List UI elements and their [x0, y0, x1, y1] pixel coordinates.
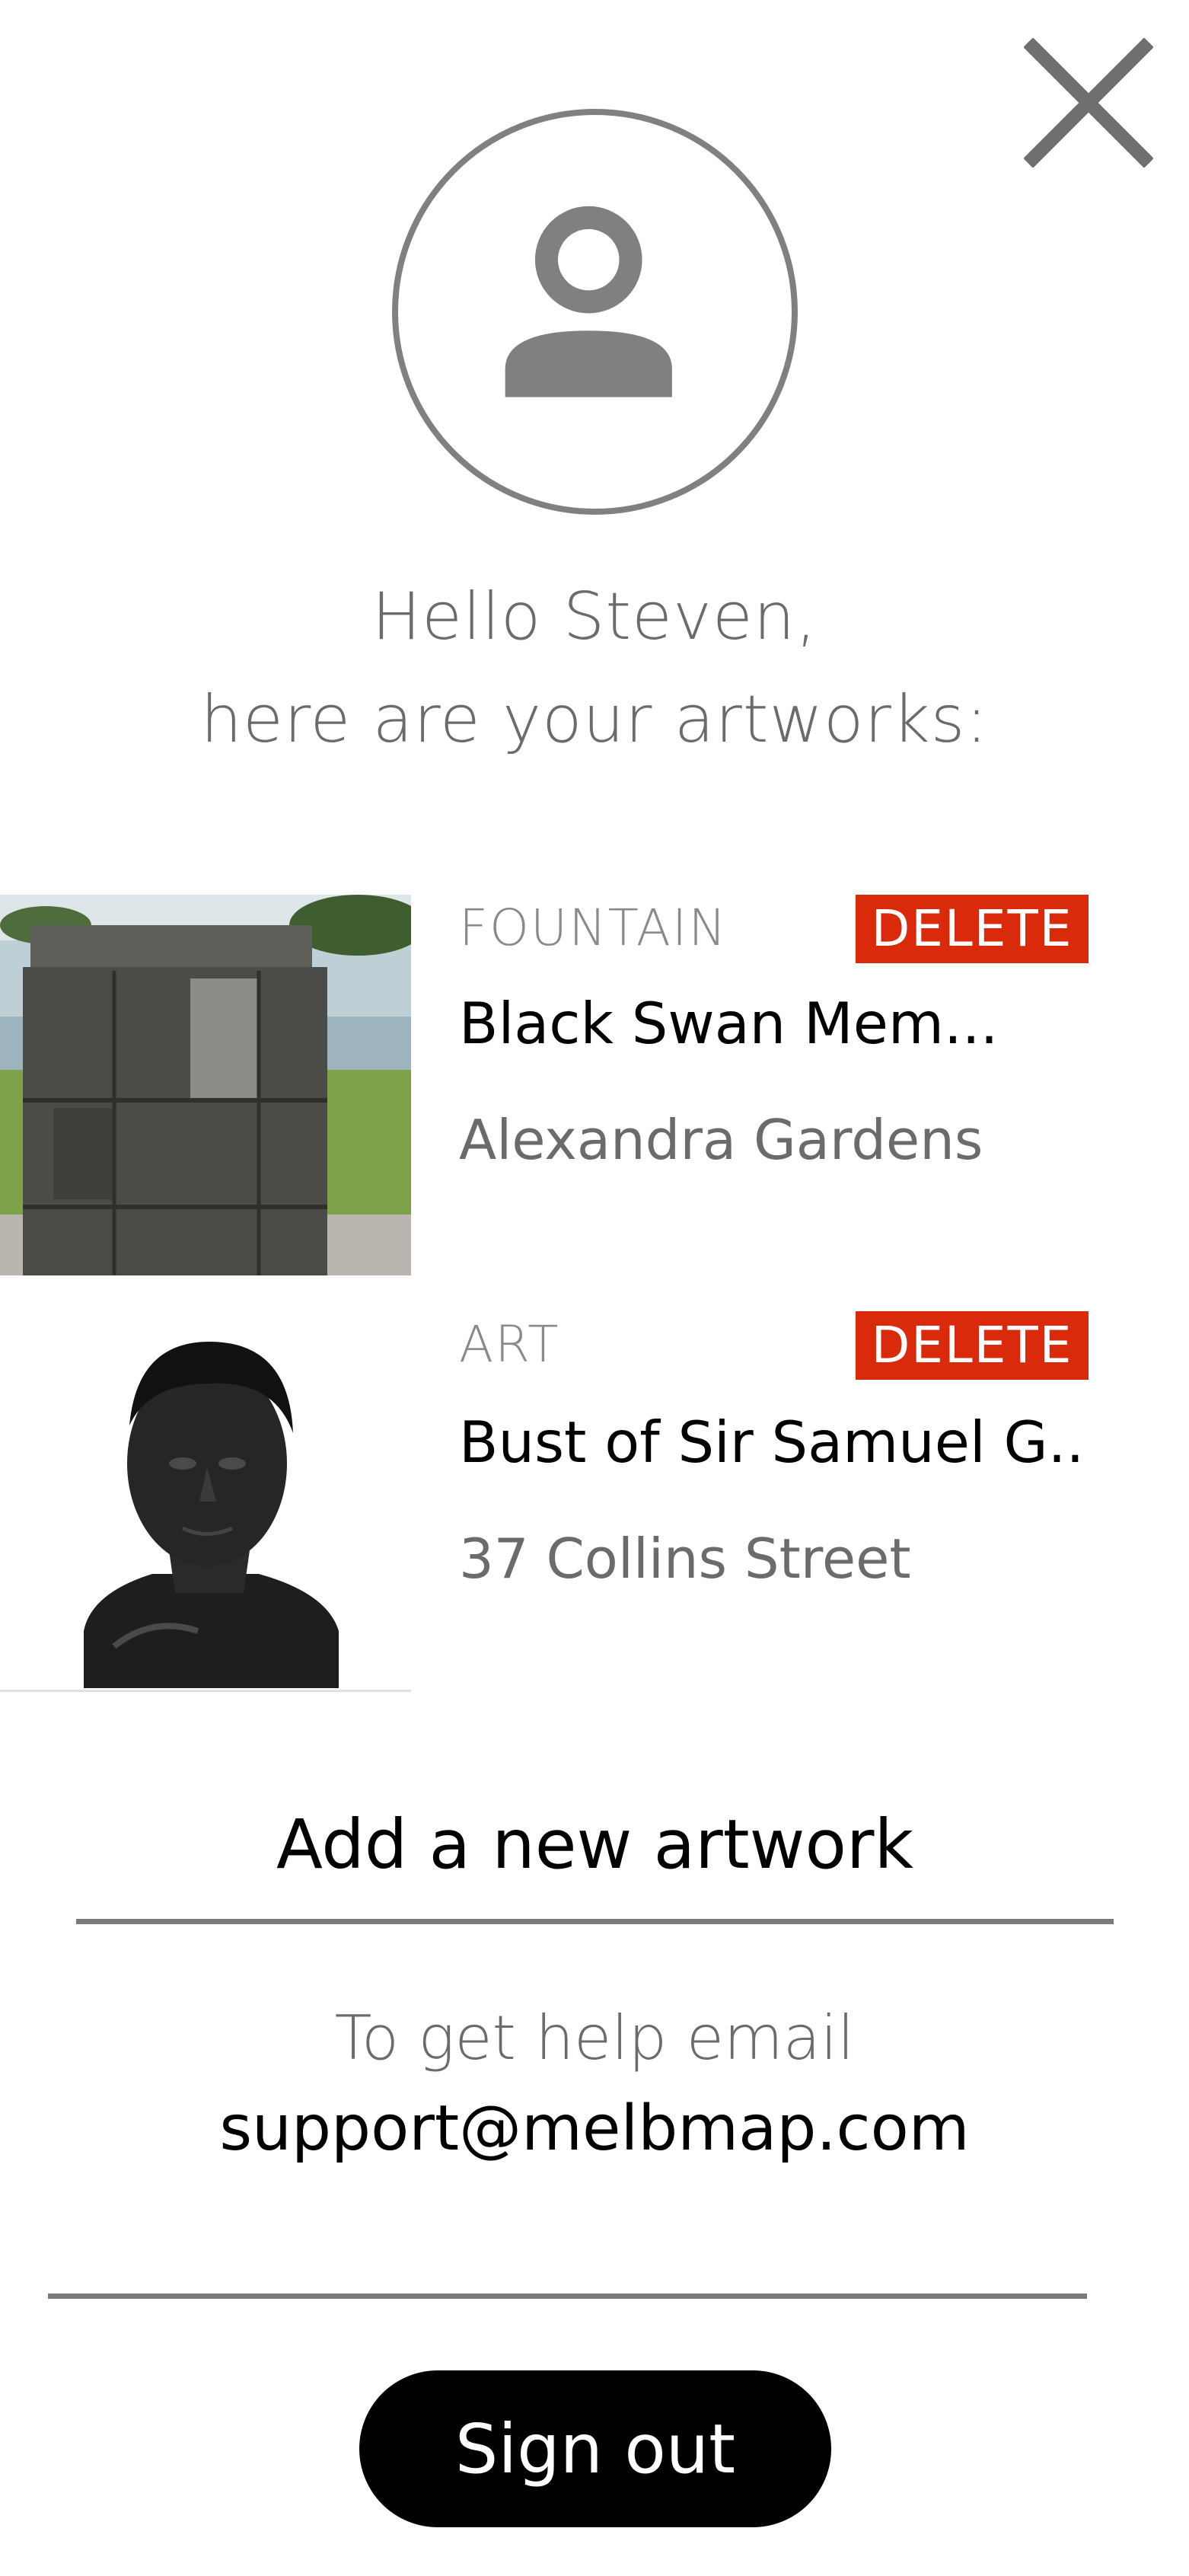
artwork-title[interactable]: Bust of Sir Samuel G..	[459, 1409, 1084, 1476]
divider	[48, 2294, 1087, 2299]
artwork-category: FOUNTAIN	[459, 899, 728, 957]
artwork-title[interactable]: Black Swan Mem...	[459, 990, 998, 1057]
add-artwork-underline	[76, 1919, 1114, 1924]
close-button[interactable]	[1024, 38, 1153, 168]
sign-out-button[interactable]: Sign out	[359, 2370, 831, 2527]
person-icon	[505, 206, 672, 397]
artwork-category: ART	[459, 1315, 560, 1374]
help-email-link[interactable]: support@melbmap.com	[0, 2092, 1189, 2165]
help-text: To get help email	[334, 2003, 855, 2073]
avatar	[392, 109, 798, 515]
close-icon	[1024, 38, 1153, 168]
delete-button[interactable]: DELETE	[856, 1311, 1089, 1380]
artwork-location: 37 Collins Street	[459, 1527, 911, 1591]
artwork-location: Alexandra Gardens	[459, 1108, 983, 1172]
greeting-line-1: Hello Steven,	[371, 579, 818, 655]
add-artwork-button[interactable]: Add a new artwork	[76, 1805, 1114, 1884]
artwork-thumbnail-fountain[interactable]	[0, 895, 411, 1275]
greeting-line-2: here are your artworks:	[200, 682, 989, 758]
delete-button[interactable]: DELETE	[856, 895, 1089, 963]
artwork-thumbnail-bust[interactable]	[0, 1311, 411, 1692]
